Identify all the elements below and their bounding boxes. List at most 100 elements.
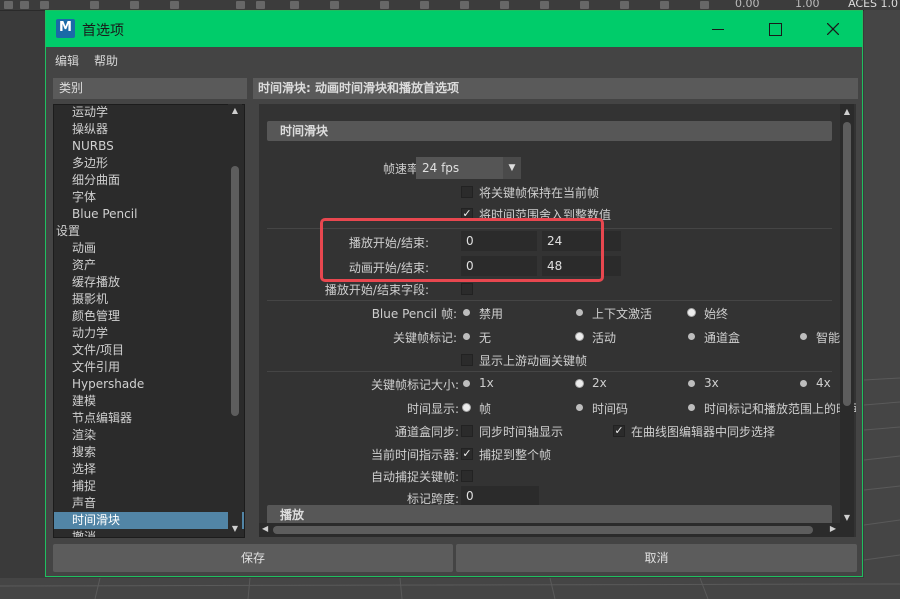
kt-channelbox-radio[interactable]	[688, 333, 695, 340]
bp-always-radio[interactable]	[688, 309, 695, 316]
category-item[interactable]: 动画	[54, 240, 244, 257]
category-item[interactable]: 声音	[54, 495, 244, 512]
category-item-selected[interactable]: 时间滑块	[54, 512, 244, 529]
categories-list[interactable]: 运动学 操纵器 NURBS 多边形 细分曲面 字体 Blue Pencil 设置…	[53, 104, 245, 538]
save-button[interactable]: 保存	[53, 544, 453, 572]
category-item[interactable]: 多边形	[54, 155, 244, 172]
td-timecode-label: 时间码	[592, 402, 629, 416]
ts-4x-radio[interactable]	[800, 380, 807, 387]
show-upstream-checkbox[interactable]	[461, 354, 473, 366]
kt-smart-radio[interactable]	[800, 333, 807, 340]
category-item[interactable]: 节点编辑器	[54, 410, 244, 427]
category-item[interactable]: NURBS	[54, 138, 244, 155]
category-item[interactable]: 缓存播放	[54, 274, 244, 291]
toolbar-icon[interactable]	[90, 1, 99, 9]
section-time-slider[interactable]: 时间滑块	[267, 121, 832, 141]
scroll-down-icon[interactable]: ▼	[230, 524, 240, 534]
colorspace-label[interactable]: ACES 1.0	[848, 0, 898, 10]
category-item[interactable]: 撤消	[54, 529, 244, 537]
viewport-bottom[interactable]	[0, 578, 900, 599]
cancel-button[interactable]: 取消	[456, 544, 857, 572]
toolbar-icon[interactable]	[660, 1, 669, 9]
kt-none-radio[interactable]	[463, 333, 470, 340]
toolbar-icon[interactable]	[460, 1, 469, 9]
close-button[interactable]	[804, 11, 862, 47]
toolbar-icon[interactable]	[420, 1, 429, 9]
categories-scrollbar[interactable]: ▲ ▼	[228, 104, 242, 536]
viewport-grid	[864, 377, 900, 561]
toolbar-icon[interactable]	[700, 1, 709, 9]
toolbar-icon[interactable]	[170, 1, 179, 9]
td-timecode-radio[interactable]	[576, 404, 583, 411]
panel-vertical-scrollbar[interactable]: ▲ ▼	[840, 104, 854, 537]
tick-span-field[interactable]: 0	[461, 486, 539, 506]
toolbar-icon[interactable]	[4, 1, 13, 9]
category-item[interactable]: 颜色管理	[54, 308, 244, 325]
window-title: 首选项	[82, 23, 124, 39]
section-playback[interactable]: 播放	[267, 505, 832, 525]
category-item[interactable]: 文件引用	[54, 359, 244, 376]
menu-help[interactable]: 帮助	[94, 52, 118, 69]
category-item[interactable]: 捕捉	[54, 478, 244, 495]
category-item[interactable]: 搜索	[54, 444, 244, 461]
kt-active-radio[interactable]	[576, 333, 583, 340]
category-item[interactable]: Hypershade	[54, 376, 244, 393]
td-frames-radio[interactable]	[463, 404, 470, 411]
panel-horizontal-scrollbar[interactable]: ◀ ▶	[259, 523, 840, 537]
category-item[interactable]: 文件/项目	[54, 342, 244, 359]
category-item[interactable]: 资产	[54, 257, 244, 274]
scroll-left-icon[interactable]: ◀	[262, 524, 268, 533]
toolbar-value[interactable]: 1.00	[795, 0, 820, 10]
category-item[interactable]: 建模	[54, 393, 244, 410]
toolbar-icon[interactable]	[620, 1, 629, 9]
scroll-thumb[interactable]	[273, 526, 813, 534]
category-item[interactable]: 设置	[54, 223, 244, 240]
ts-2x-radio[interactable]	[576, 380, 583, 387]
toolbar-icon[interactable]	[130, 1, 139, 9]
toolbar-icon[interactable]	[380, 1, 389, 9]
td-marks-radio[interactable]	[688, 404, 695, 411]
category-item[interactable]: 渲染	[54, 427, 244, 444]
bp-context-radio[interactable]	[576, 309, 583, 316]
ts-3x-radio[interactable]	[688, 380, 695, 387]
toolbar-icon[interactable]	[256, 1, 265, 9]
title-bar[interactable]: M 首选项	[46, 11, 862, 47]
maximize-button[interactable]	[746, 11, 804, 47]
chevron-down-icon[interactable]: ▼	[503, 157, 521, 179]
auto-snap-label: 自动捕捉关键帧:	[370, 470, 459, 484]
scroll-up-icon[interactable]: ▲	[842, 107, 852, 117]
category-item[interactable]: 操纵器	[54, 121, 244, 138]
category-item[interactable]: 摄影机	[54, 291, 244, 308]
category-item[interactable]: 运动学	[54, 105, 244, 121]
bp-disabled-radio[interactable]	[463, 309, 470, 316]
toolbar-value[interactable]: 0.00	[735, 0, 760, 10]
toolbar-icon[interactable]	[540, 1, 549, 9]
toolbar-icon[interactable]	[330, 1, 339, 9]
toolbar-icon[interactable]	[20, 1, 29, 9]
scroll-right-icon[interactable]: ▶	[830, 524, 836, 533]
scroll-down-icon[interactable]: ▼	[842, 513, 852, 523]
toolbar-icon[interactable]	[500, 1, 509, 9]
sync-graph-checkbox[interactable]: ✓	[613, 425, 625, 437]
auto-snap-checkbox[interactable]	[461, 470, 473, 482]
toolbar-icon[interactable]	[236, 1, 245, 9]
toolbar-icon[interactable]	[40, 1, 49, 9]
toolbar-icon[interactable]	[580, 1, 589, 9]
category-item[interactable]: 字体	[54, 189, 244, 206]
minimize-button[interactable]	[689, 11, 747, 47]
keep-keys-checkbox[interactable]	[461, 186, 473, 198]
category-item[interactable]: 细分曲面	[54, 172, 244, 189]
viewport[interactable]	[864, 10, 900, 599]
ts-1x-radio[interactable]	[463, 380, 470, 387]
sync-timeline-checkbox[interactable]	[461, 425, 473, 437]
menu-edit[interactable]: 编辑	[55, 52, 79, 69]
category-item[interactable]: 动力学	[54, 325, 244, 342]
toolbar-icon[interactable]	[290, 1, 299, 9]
category-item[interactable]: Blue Pencil	[54, 206, 244, 223]
category-item[interactable]: 选择	[54, 461, 244, 478]
scroll-up-icon[interactable]: ▲	[230, 106, 240, 116]
snap-whole-checkbox[interactable]: ✓	[461, 448, 473, 460]
scroll-thumb[interactable]	[231, 166, 239, 416]
scroll-thumb[interactable]	[843, 122, 851, 406]
playback-range-field-checkbox[interactable]	[461, 283, 473, 295]
